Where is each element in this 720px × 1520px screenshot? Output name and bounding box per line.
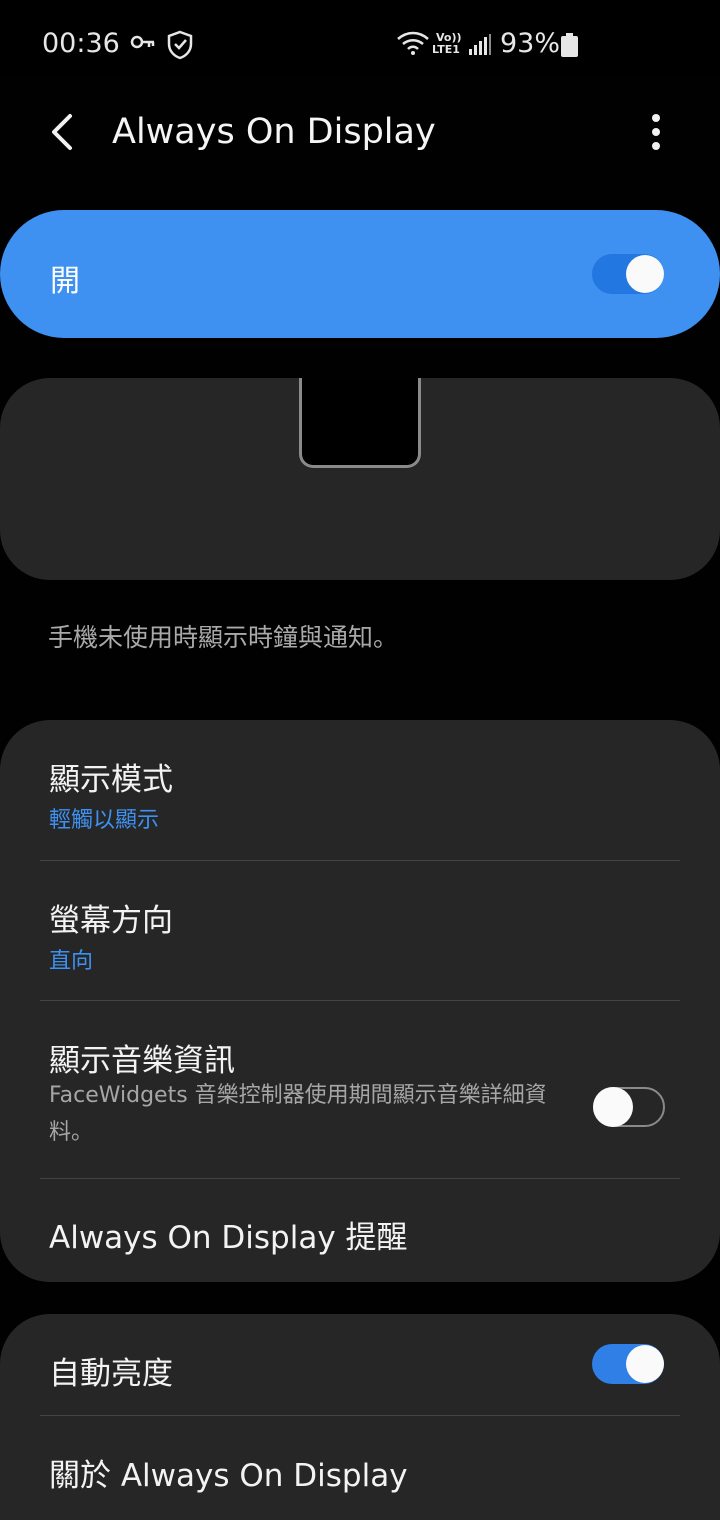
orientation-title: 螢幕方向 <box>49 903 173 939</box>
reminder-title: Always On Display 提醒 <box>49 1220 408 1256</box>
master-switch-label: 開 <box>50 264 80 299</box>
display-mode-title: 顯示模式 <box>49 762 173 798</box>
settings-card-main: 顯示模式 輕觸以顯示 螢幕方向 直向 顯示音樂資訊 FaceWidgets 音樂… <box>0 720 720 1282</box>
about-title: 關於 Always On Display <box>49 1458 408 1494</box>
status-bar: 00:36 Vo)) LTE1 93% <box>0 0 720 76</box>
music-info-description: FaceWidgets 音樂控制器使用期間顯示音樂詳細資料。 <box>49 1083 547 1145</box>
reminder-item[interactable]: Always On Display 提醒 <box>0 1179 720 1282</box>
auto-brightness-item[interactable]: 自動亮度 <box>0 1314 720 1415</box>
auto-brightness-toggle[interactable] <box>592 1344 664 1384</box>
volte-lte1-icon: Vo)) LTE1 <box>432 32 462 56</box>
toggle-knob <box>626 255 664 293</box>
orientation-item[interactable]: 螢幕方向 直向 <box>0 861 720 1001</box>
aod-preview <box>0 378 720 580</box>
phone-preview-image <box>299 378 421 468</box>
signal-icon <box>469 34 491 55</box>
display-mode-item[interactable]: 顯示模式 輕觸以顯示 <box>0 720 720 860</box>
chevron-left-icon[interactable] <box>42 110 86 154</box>
page-title: Always On Display <box>112 112 436 152</box>
shield-icon <box>167 30 193 60</box>
music-info-title: 顯示音樂資訊 <box>49 1043 235 1079</box>
master-switch-row[interactable]: 開 <box>0 210 720 338</box>
display-mode-value: 輕觸以顯示 <box>49 808 160 833</box>
feature-description: 手機未使用時顯示時鐘與通知。 <box>48 623 399 652</box>
network-label-bottom: LTE1 <box>432 43 460 56</box>
toggle-knob <box>626 1345 664 1383</box>
battery-icon <box>561 33 578 57</box>
master-toggle[interactable] <box>592 254 664 294</box>
more-vertical-icon[interactable] <box>636 112 676 152</box>
orientation-value: 直向 <box>49 949 94 974</box>
music-info-item[interactable]: 顯示音樂資訊 FaceWidgets 音樂控制器使用期間顯示音樂詳細資料。 <box>0 1001 720 1179</box>
status-time: 00:36 <box>42 28 120 59</box>
settings-card-secondary: 自動亮度 關於 Always On Display <box>0 1314 720 1520</box>
app-bar: Always On Display <box>0 76 720 192</box>
about-item[interactable]: 關於 Always On Display <box>0 1416 720 1520</box>
music-info-toggle[interactable] <box>593 1087 665 1127</box>
wifi-icon <box>397 31 429 55</box>
toggle-knob <box>593 1087 633 1127</box>
auto-brightness-title: 自動亮度 <box>49 1356 173 1392</box>
key-icon <box>130 35 155 49</box>
battery-percent: 93% <box>500 28 561 59</box>
